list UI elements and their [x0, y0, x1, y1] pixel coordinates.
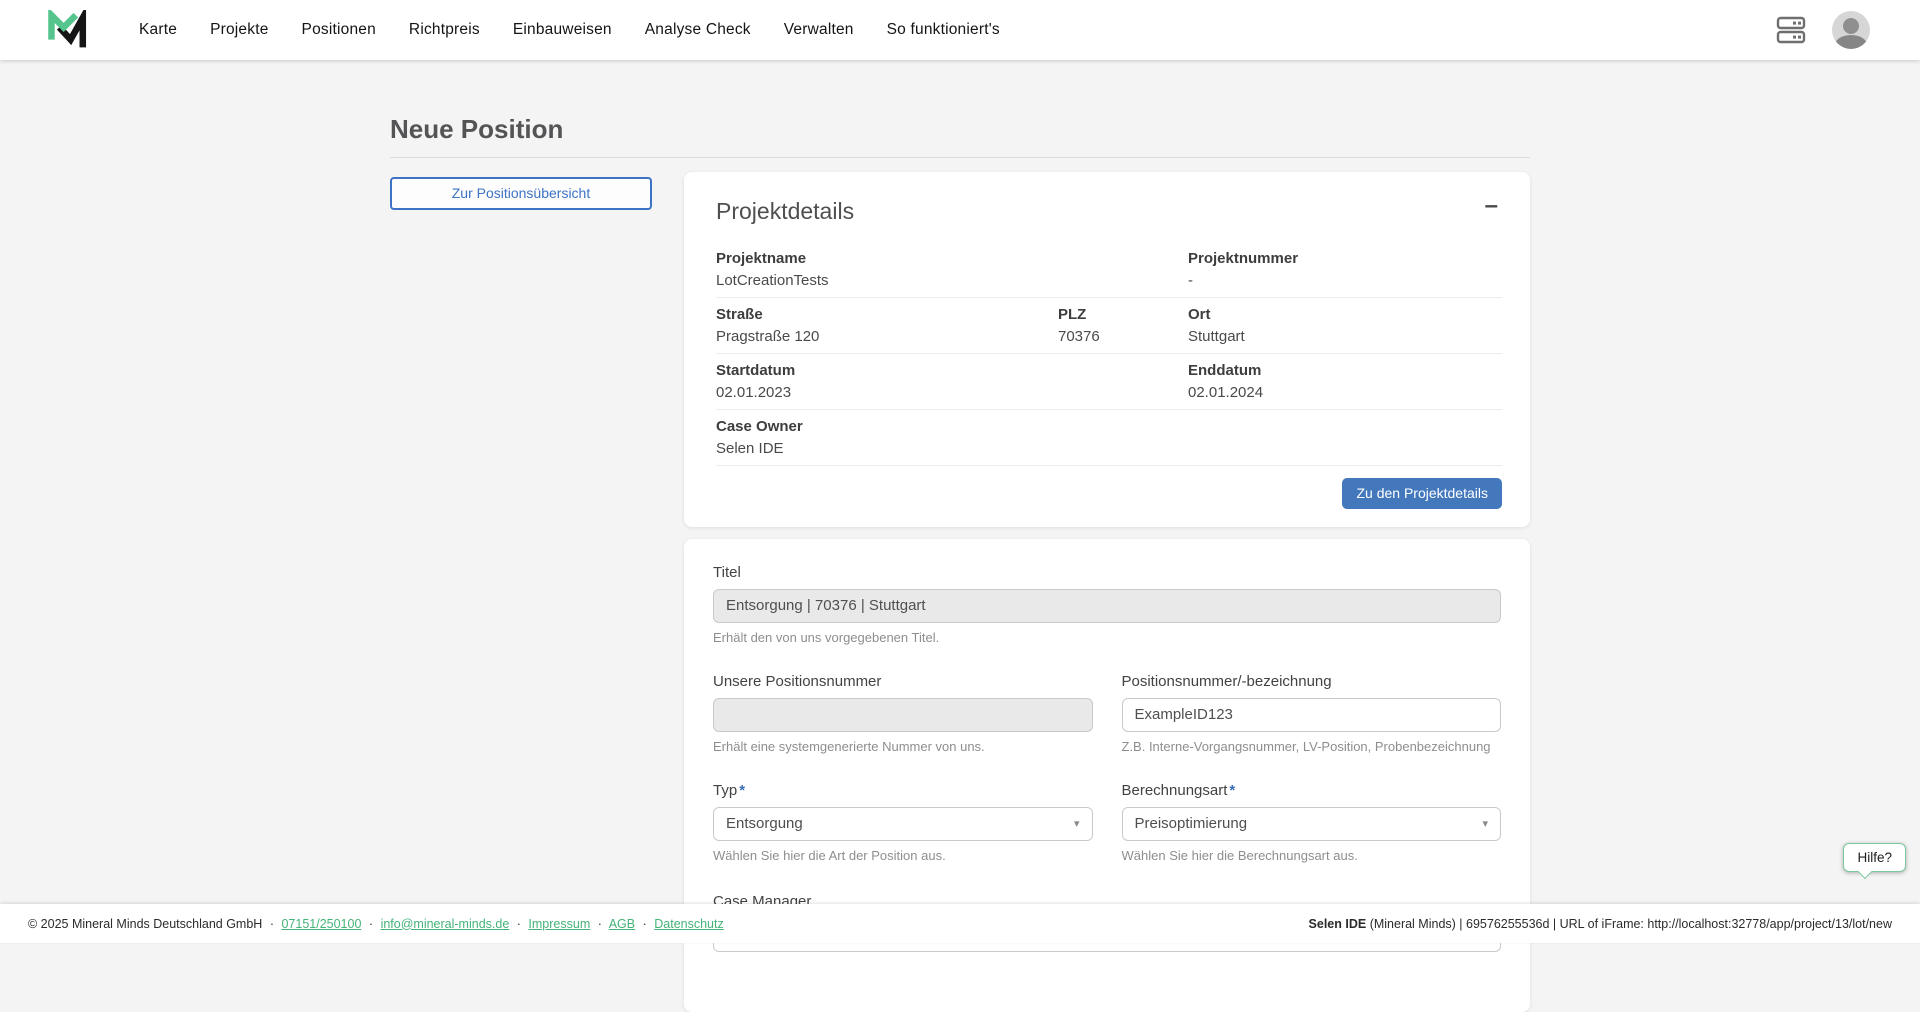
nav-item-karte[interactable]: Karte: [139, 21, 177, 39]
typ-field-group: Typ* Entsorgung ▾ Wählen Sie hier die Ar…: [713, 781, 1093, 864]
mineral-minds-logo-icon[interactable]: [45, 10, 91, 50]
project-row-address: Straße Pragstraße 120 PLZ 70376 Ort Stut…: [716, 298, 1502, 354]
ort-value: Stuttgart: [1188, 327, 1502, 346]
case-owner-label: Case Owner: [716, 417, 1502, 436]
footer-email-link[interactable]: info@mineral-minds.de: [381, 917, 510, 931]
footer-left: © 2025 Mineral Minds Deutschland GmbH · …: [28, 917, 724, 931]
enddatum-label: Enddatum: [1188, 361, 1502, 380]
page-title: Neue Position: [390, 115, 1530, 145]
nav-item-richtpreis[interactable]: Richtpreis: [409, 21, 480, 39]
footer-session-user: Selen IDE: [1309, 917, 1367, 931]
chevron-down-icon: ▾: [1074, 817, 1080, 830]
unsere-positionsnummer-label: Unsere Positionsnummer: [713, 672, 1093, 691]
footer-separator: ·: [270, 917, 274, 931]
positionsnummer-label: Positionsnummer/-bezeichnung: [1122, 672, 1502, 691]
go-to-project-details-button[interactable]: Zu den Projektdetails: [1342, 478, 1502, 509]
footer-agb-link[interactable]: AGB: [609, 917, 635, 931]
berechnungsart-label: Berechnungsart*: [1122, 781, 1502, 800]
help-button-label: Hilfe?: [1857, 850, 1892, 865]
case-owner-value: Selen IDE: [716, 439, 1502, 458]
startdatum-label: Startdatum: [716, 361, 1188, 380]
positionsnummer-field-group: Positionsnummer/-bezeichnung Z.B. Intern…: [1122, 672, 1502, 755]
server-dns-icon[interactable]: [1776, 15, 1806, 45]
avatar-body-shape: [1835, 35, 1867, 49]
typ-select-value: Entsorgung: [726, 815, 803, 832]
plz-label: PLZ: [1058, 305, 1188, 324]
ort-label: Ort: [1188, 305, 1502, 324]
titel-field-group: Titel Erhält den von uns vorgegebenen Ti…: [713, 563, 1501, 646]
enddatum-value: 02.01.2024: [1188, 383, 1502, 402]
top-navbar: Karte Projekte Positionen Richtpreis Ein…: [0, 0, 1920, 60]
projektname-label: Projektname: [716, 249, 1188, 268]
nav-item-analyse-check[interactable]: Analyse Check: [645, 21, 751, 39]
typ-required-marker: *: [739, 782, 745, 799]
footer-datenschutz-link[interactable]: Datenschutz: [654, 917, 723, 931]
typ-select[interactable]: Entsorgung ▾: [713, 807, 1093, 841]
positionsnummer-helper: Z.B. Interne-Vorgangsnummer, LV-Position…: [1122, 739, 1502, 755]
footer-separator: ·: [517, 917, 521, 931]
berechnungsart-select[interactable]: Preisoptimierung ▾: [1122, 807, 1502, 841]
project-row-name-number: Projektname LotCreationTests Projektnumm…: [716, 242, 1502, 298]
right-column: Projektdetails – Projektname LotCreation…: [684, 172, 1530, 1012]
berechnungsart-label-text: Berechnungsart: [1122, 782, 1228, 799]
page-title-block: Neue Position: [390, 60, 1530, 158]
projektnummer-value: -: [1188, 271, 1502, 290]
project-details-title: Projektdetails: [716, 196, 854, 226]
nav-item-so-funktionierts[interactable]: So funktioniert's: [887, 21, 1000, 39]
left-column: Zur Positionsübersicht: [390, 172, 652, 210]
chevron-down-icon: ▾: [1482, 817, 1488, 830]
footer-impressum-link[interactable]: Impressum: [528, 917, 590, 931]
typ-label: Typ*: [713, 781, 1093, 800]
titel-helper: Erhält den von uns vorgegebenen Titel.: [713, 630, 1501, 646]
footer-separator: ·: [598, 917, 602, 931]
projektnummer-label: Projektnummer: [1188, 249, 1502, 268]
footer-separator: ·: [643, 917, 647, 931]
projektname-value: LotCreationTests: [716, 271, 1188, 290]
berechnungsart-helper: Wählen Sie hier die Berechnungsart aus.: [1122, 848, 1502, 864]
footer: © 2025 Mineral Minds Deutschland GmbH · …: [0, 904, 1920, 943]
typ-label-text: Typ: [713, 782, 737, 799]
positionsnummer-input[interactable]: [1122, 698, 1502, 732]
unsere-positionsnummer-input: [713, 698, 1093, 732]
strasse-value: Pragstraße 120: [716, 327, 1058, 346]
berechnungsart-select-value: Preisoptimierung: [1135, 815, 1248, 832]
footer-separator: ·: [369, 917, 373, 931]
project-row-dates: Startdatum 02.01.2023 Enddatum 02.01.202…: [716, 354, 1502, 410]
unsere-positionsnummer-helper: Erhält eine systemgenerierte Nummer von …: [713, 739, 1093, 755]
main-nav: Karte Projekte Positionen Richtpreis Ein…: [139, 21, 1033, 39]
help-button[interactable]: Hilfe?: [1843, 843, 1906, 872]
user-avatar[interactable]: [1832, 11, 1870, 49]
strasse-label: Straße: [716, 305, 1058, 324]
nav-item-projekte[interactable]: Projekte: [210, 21, 268, 39]
plz-value: 70376: [1058, 327, 1188, 346]
titel-label: Titel: [713, 563, 1501, 582]
nav-item-einbauweisen[interactable]: Einbauweisen: [513, 21, 612, 39]
collapse-card-icon[interactable]: –: [1481, 196, 1502, 216]
footer-copyright: © 2025 Mineral Minds Deutschland GmbH: [28, 917, 262, 931]
berechnungsart-required-marker: *: [1229, 782, 1235, 799]
nav-item-verwalten[interactable]: Verwalten: [784, 21, 854, 39]
navbar-right: [1776, 11, 1870, 49]
footer-session-details: (Mineral Minds) | 69576255536d | URL of …: [1366, 917, 1892, 931]
startdatum-value: 02.01.2023: [716, 383, 1188, 402]
titel-input: [713, 589, 1501, 623]
back-to-positions-button[interactable]: Zur Positionsübersicht: [390, 177, 652, 210]
project-details-card: Projektdetails – Projektname LotCreation…: [684, 172, 1530, 527]
nav-item-positionen[interactable]: Positionen: [302, 21, 376, 39]
main-content: Neue Position Zur Positionsübersicht Pro…: [0, 0, 1920, 1012]
berechnungsart-field-group: Berechnungsart* Preisoptimierung ▾ Wähle…: [1122, 781, 1502, 864]
footer-phone-link[interactable]: 07151/250100: [281, 917, 361, 931]
typ-helper: Wählen Sie hier die Art der Position aus…: [713, 848, 1093, 864]
avatar-head-shape: [1843, 18, 1859, 34]
footer-session-info: Selen IDE (Mineral Minds) | 69576255536d…: [1309, 917, 1892, 931]
unsere-positionsnummer-field-group: Unsere Positionsnummer Erhält eine syste…: [713, 672, 1093, 755]
project-row-case-owner: Case Owner Selen IDE: [716, 410, 1502, 466]
